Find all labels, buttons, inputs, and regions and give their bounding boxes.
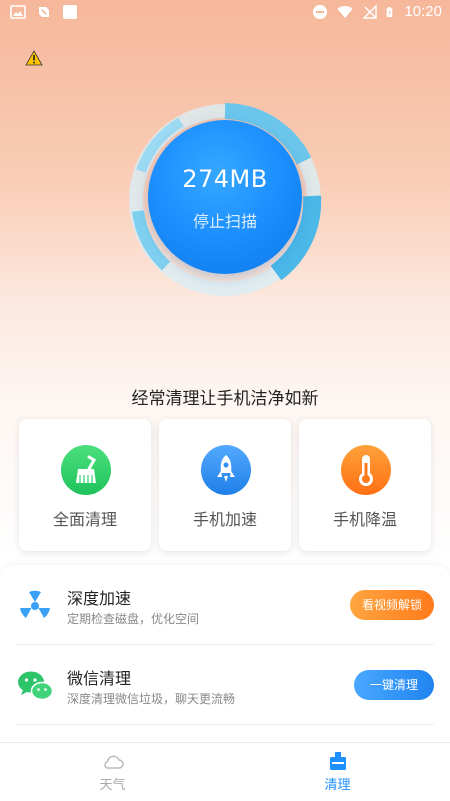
- image-notification-icon: [10, 5, 26, 19]
- no-signal-icon: [362, 3, 378, 19]
- phone-boost-label: 手机加速: [192, 510, 257, 529]
- deep-boost-title: 深度加速: [67, 589, 132, 608]
- battery-charging-icon: [387, 6, 393, 17]
- phone-boost-card[interactable]: 手机加速: [159, 419, 291, 551]
- bottom-navigation: 天气 清理: [0, 742, 450, 801]
- nav-weather-label: 天气: [99, 778, 126, 793]
- deep-boost-subtitle: 定期检查磁盘，优化空间: [67, 612, 200, 626]
- watch-video-unlock-button[interactable]: 看视频解锁: [349, 590, 434, 620]
- scan-core-circle: [148, 120, 302, 274]
- broom-icon: [76, 455, 97, 483]
- app-notification-icon: [39, 7, 49, 17]
- nav-tab-weather[interactable]: 天气: [0, 743, 225, 801]
- warning-icon[interactable]: [25, 50, 43, 66]
- square-notification-icon: [63, 5, 77, 19]
- list-item-wechat-clean[interactable]: 微信清理 深度清理微信垃圾，聊天更流畅 一键清理: [0, 645, 450, 723]
- status-right-icons: 10:20: [312, 3, 442, 20]
- status-left-icons: [10, 4, 78, 20]
- phone-cooling-card[interactable]: 手机降温: [299, 419, 431, 551]
- status-bar: 10:20: [0, 0, 450, 26]
- wifi-icon: [337, 5, 353, 18]
- nav-tab-clean[interactable]: 清理: [225, 743, 450, 801]
- clock: 10:20: [404, 3, 442, 20]
- slogan-text: 经常清理让手机洁净如新: [131, 389, 319, 409]
- full-clean-card[interactable]: 全面清理: [19, 419, 151, 551]
- clean-icon: [330, 752, 346, 770]
- wechat-clean-title: 微信清理: [67, 669, 132, 688]
- wechat-icon: [18, 671, 54, 701]
- phone-cooling-label: 手机降温: [332, 510, 397, 529]
- nav-clean-label: 清理: [324, 778, 351, 793]
- stop-scan-button[interactable]: 停止扫描: [148, 208, 302, 232]
- list-divider: [16, 724, 434, 725]
- radiation-fan-icon: [20, 590, 50, 618]
- full-clean-label: 全面清理: [52, 510, 117, 529]
- scanned-size: 274MB: [182, 165, 268, 193]
- do-not-disturb-icon: [313, 4, 328, 19]
- rocket-icon: [217, 455, 235, 482]
- phone-boost-icon-bg: [201, 445, 251, 495]
- cloud-icon: [104, 755, 124, 769]
- one-click-clean-button[interactable]: 一键清理: [353, 670, 434, 700]
- wechat-clean-subtitle: 深度清理微信垃圾，聊天更流畅: [67, 692, 236, 706]
- tools-list-panel: 深度加速 定期检查磁盘，优化空间 看视频解锁 微信清理 深度清理微信垃圾，聊天更…: [0, 565, 450, 750]
- phone-cooling-icon-bg: [341, 445, 391, 495]
- thermometer-icon: [359, 455, 373, 486]
- list-item-deep-boost[interactable]: 深度加速 定期检查磁盘，优化空间 看视频解锁: [0, 565, 450, 643]
- full-clean-icon-bg: [61, 445, 111, 495]
